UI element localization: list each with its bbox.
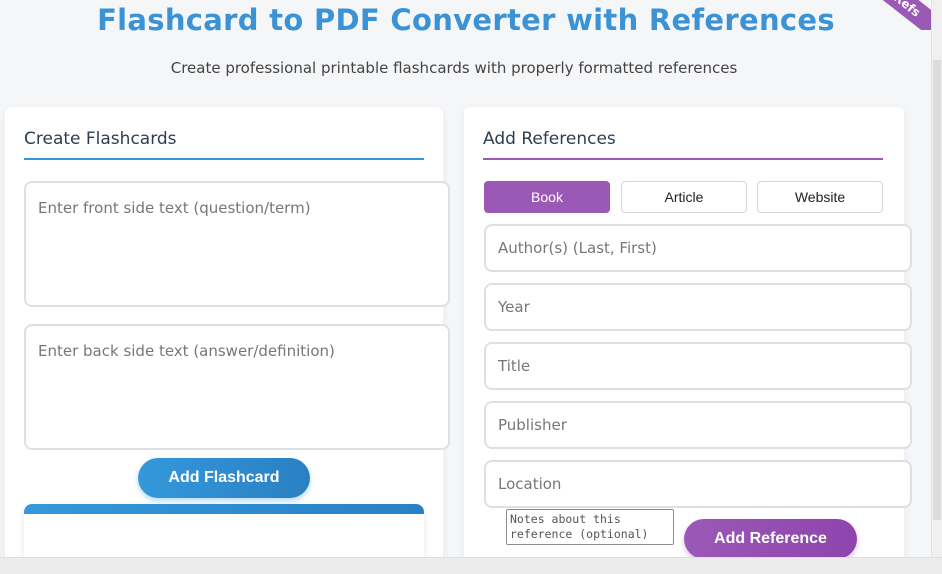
location-field[interactable]: Location [484,460,912,508]
notes-textarea[interactable]: Notes about this reference (optional) [506,509,674,545]
flashcards-panel-title: Create Flashcards [24,129,177,149]
horizontal-scrollbar[interactable] [0,557,942,574]
reference-type-tabs: Book Article Website [484,181,884,213]
title-field[interactable]: Title [484,342,912,390]
title-underline [24,158,424,160]
references-panel-title: Add References [483,129,616,149]
title-underline [483,158,883,160]
vertical-scrollbar[interactable] [931,0,942,558]
add-flashcard-button[interactable]: Add Flashcard [138,458,310,498]
references-panel: Add References Book Article Website Auth… [464,107,912,567]
back-text-input[interactable]: Enter back side text (answer/definition) [24,324,450,450]
preview-header-bar [24,504,424,514]
page-subtitle: Create professional printable flashcards… [170,59,738,77]
corner-ribbon[interactable]: Refs [852,0,932,30]
flashcards-panel: Create Flashcards Enter front side text … [5,107,450,567]
tab-book[interactable]: Book [484,181,610,213]
page-title: Flashcard to PDF Converter with Referenc… [97,3,835,37]
add-reference-button[interactable]: Add Reference [684,519,857,559]
ribbon-label: Refs [856,0,932,30]
tab-article[interactable]: Article [621,181,747,213]
front-text-input[interactable]: Enter front side text (question/term) [24,181,450,307]
publisher-field[interactable]: Publisher [484,401,912,449]
tab-website[interactable]: Website [757,181,883,213]
year-field[interactable]: Year [484,283,912,331]
scrollbar-thumb[interactable] [933,60,941,520]
author-field[interactable]: Author(s) (Last, First) [484,224,912,272]
